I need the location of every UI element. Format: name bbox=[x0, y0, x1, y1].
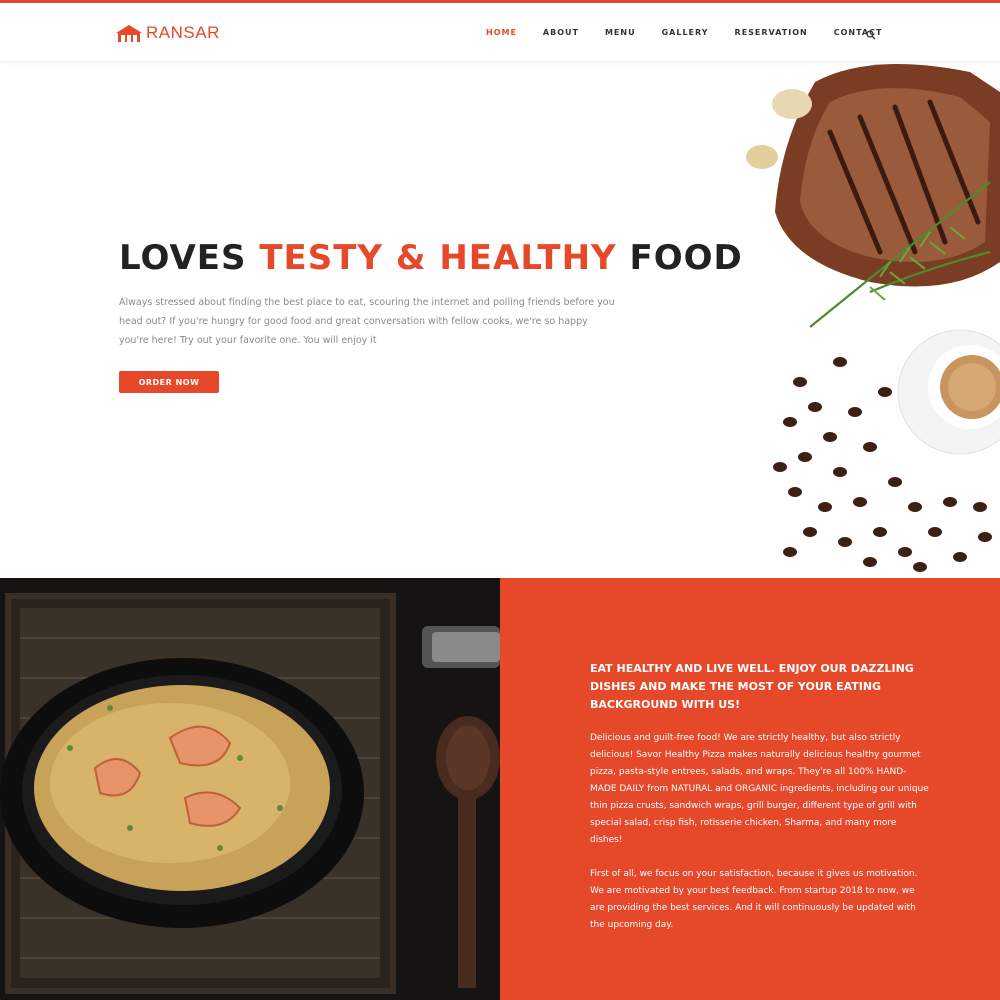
hero-food-image bbox=[746, 64, 1000, 572]
nav-item-home[interactable]: HOME bbox=[486, 28, 517, 37]
about-section: EAT HEALTHY AND LIVE WELL. ENJOY OUR DAZ… bbox=[500, 578, 1000, 1000]
brand-name: RANSAR bbox=[146, 23, 220, 42]
rice-dish-image bbox=[0, 578, 500, 1000]
food-photo bbox=[0, 578, 500, 1000]
about-paragraph-1: Delicious and guilt-free food! We are st… bbox=[590, 733, 929, 845]
hero-description: Always stressed about finding the best p… bbox=[119, 297, 615, 346]
logo-icon bbox=[116, 25, 142, 42]
hero-title-accent: TESTY & HEALTHY bbox=[259, 238, 617, 278]
nav-item-reservation[interactable]: RESERVATION bbox=[735, 28, 808, 37]
header-navbar: RANSAR HOME ABOUT MENU GALLERY RESERVATI… bbox=[0, 3, 1000, 61]
about-heading: EAT HEALTHY AND LIVE WELL. ENJOY OUR DAZ… bbox=[590, 662, 914, 711]
order-now-button[interactable]: ORDER NOW bbox=[119, 371, 219, 393]
nav-item-menu[interactable]: MENU bbox=[605, 28, 636, 37]
hero-title-part1: LOVES bbox=[119, 238, 260, 278]
hero-title: LOVES TESTY & HEALTHY FOOD bbox=[119, 238, 743, 278]
search-icon[interactable] bbox=[866, 25, 876, 44]
nav-item-gallery[interactable]: GALLERY bbox=[662, 28, 709, 37]
logo[interactable]: RANSAR bbox=[114, 23, 220, 43]
nav-item-about[interactable]: ABOUT bbox=[543, 28, 579, 37]
about-paragraph-2: First of all, we focus on your satisfact… bbox=[590, 869, 918, 930]
main-nav: HOME ABOUT MENU GALLERY RESERVATION CONT… bbox=[486, 28, 908, 37]
